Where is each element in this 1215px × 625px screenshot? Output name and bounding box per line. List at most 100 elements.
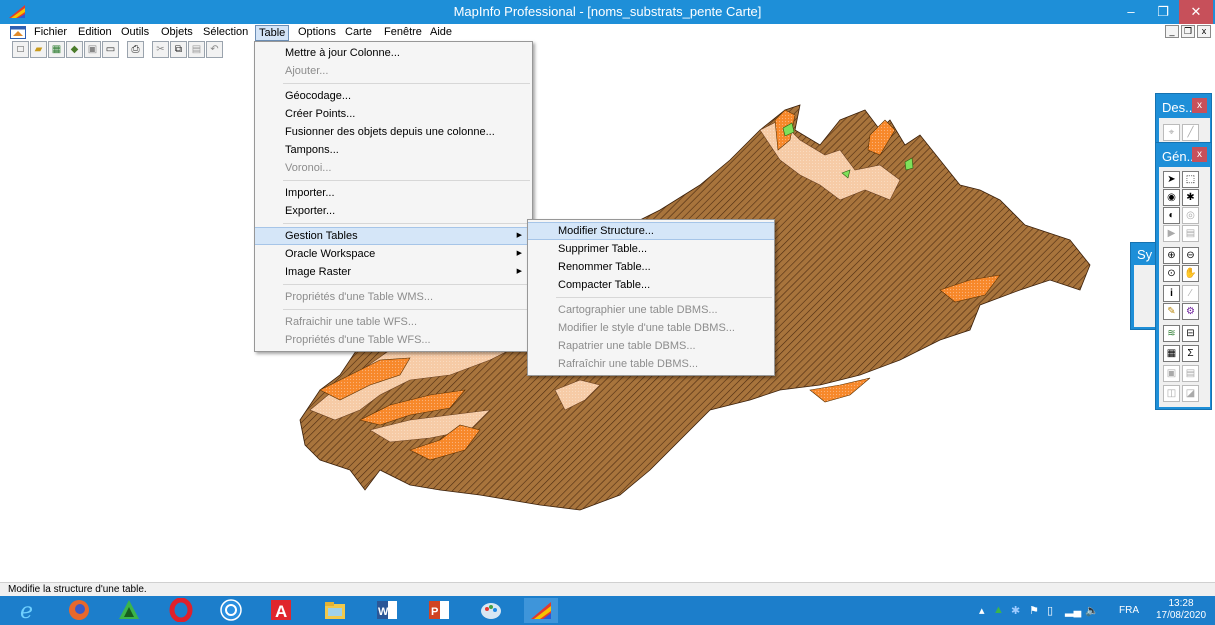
menu-oracle-workspace[interactable]: Oracle Workspace ▶: [255, 245, 532, 263]
line-tool-icon[interactable]: ╱: [1182, 124, 1199, 141]
tray-network-icon[interactable]: ▂▄: [1065, 604, 1081, 617]
menu-options[interactable]: Options: [298, 26, 336, 38]
firefox-icon[interactable]: [62, 598, 96, 623]
unselect-icon[interactable]: ◎: [1182, 207, 1199, 224]
menu-fenetre[interactable]: Fenêtre: [384, 26, 422, 38]
tray-app-icon[interactable]: ▲: [993, 604, 1004, 616]
mdi-restore-button[interactable]: ❐: [1181, 25, 1195, 38]
green-triangle-app-icon[interactable]: [112, 598, 146, 623]
menu-proprietes-wfs[interactable]: Propriétés d'une Table WFS...: [255, 331, 532, 349]
info-tool-icon[interactable]: i: [1163, 285, 1180, 302]
file-explorer-icon[interactable]: [318, 598, 352, 623]
close-button[interactable]: ✕: [1179, 0, 1213, 24]
undo-icon[interactable]: ↶: [206, 41, 223, 58]
legend-icon[interactable]: ▦: [1163, 345, 1180, 362]
menu-fusionner-objets[interactable]: Fusionner des objets depuis une colonne.…: [255, 123, 532, 141]
mapinfo-taskbar-icon[interactable]: [524, 598, 558, 623]
zoom-out-icon[interactable]: ⊖: [1182, 247, 1199, 264]
paint-icon[interactable]: [474, 598, 508, 623]
powerpoint-icon[interactable]: P: [422, 598, 456, 623]
zoom-in-icon[interactable]: ⊕: [1163, 247, 1180, 264]
mdi-minimize-button[interactable]: _: [1165, 25, 1179, 38]
tray-language[interactable]: FRA: [1119, 605, 1139, 616]
menu-exporter[interactable]: Exporter...: [255, 202, 532, 220]
sync-app-icon[interactable]: [214, 598, 248, 623]
graph-select-icon[interactable]: ▶: [1163, 225, 1180, 242]
menu-modifier-structure[interactable]: Modifier Structure...: [528, 222, 774, 240]
paste-icon[interactable]: ▤: [188, 41, 205, 58]
menu-modifier-style-dbms[interactable]: Modifier le style d'une table DBMS...: [528, 319, 774, 337]
menu-proprietes-wms[interactable]: Propriétés d'une Table WMS...: [255, 288, 532, 306]
menu-rafraichir-wfs[interactable]: Rafraichir une table WFS...: [255, 313, 532, 331]
new-table-icon[interactable]: □: [12, 41, 29, 58]
ruler-tool-icon[interactable]: ⊟: [1182, 325, 1199, 342]
label-tool-icon[interactable]: ✎: [1163, 303, 1180, 320]
set-target-icon[interactable]: ▤: [1182, 365, 1199, 382]
opera-icon[interactable]: [164, 597, 198, 623]
menu-importer[interactable]: Importer...: [255, 184, 532, 202]
scale-bar-icon[interactable]: ◪: [1182, 385, 1199, 402]
open-workspace-icon[interactable]: ▦: [48, 41, 65, 58]
menu-voronoi[interactable]: Voronoi...: [255, 159, 532, 177]
menu-geocodage[interactable]: Géocodage...: [255, 87, 532, 105]
menu-tampons[interactable]: Tampons...: [255, 141, 532, 159]
show-hide-icon[interactable]: ◫: [1163, 385, 1180, 402]
maximize-button[interactable]: ❐: [1146, 0, 1180, 24]
polygon-select-icon[interactable]: ✱: [1182, 189, 1199, 206]
window-title: MapInfo Professional - [noms_substrats_p…: [453, 4, 762, 19]
acrobat-icon[interactable]: A: [264, 598, 298, 623]
menu-objets[interactable]: Objets: [161, 26, 193, 38]
menu-cartographier-dbms[interactable]: Cartographier une table DBMS...: [528, 301, 774, 319]
menu-gestion-tables[interactable]: Gestion Tables ▶: [255, 227, 532, 245]
new-window-icon[interactable]: ▭: [102, 41, 119, 58]
menu-aide[interactable]: Aide: [430, 26, 452, 38]
select-arrow-icon[interactable]: ➤: [1163, 171, 1180, 188]
tray-clock[interactable]: 13:28 17/08/2020: [1153, 598, 1209, 622]
drawing-palette-close-button[interactable]: x: [1192, 98, 1207, 113]
menu-rafraichir-dbms[interactable]: Rafraîchir une table DBMS...: [528, 355, 774, 373]
internet-explorer-icon[interactable]: e: [12, 598, 46, 624]
drag-window-icon[interactable]: ⚙: [1182, 303, 1199, 320]
tray-volume-icon[interactable]: 🔈: [1085, 604, 1099, 617]
boundary-select-icon[interactable]: ◐: [1163, 207, 1180, 224]
tray-bluetooth-icon[interactable]: ✱: [1011, 604, 1020, 617]
tray-flag-icon[interactable]: ⚑: [1029, 604, 1039, 617]
clip-region-icon[interactable]: ▣: [1163, 365, 1180, 382]
menu-ajouter[interactable]: Ajouter...: [255, 62, 532, 80]
tray-battery-icon[interactable]: ▯: [1047, 604, 1053, 617]
menu-compacter-table[interactable]: Compacter Table...: [528, 276, 774, 294]
tray-expand-icon[interactable]: ▴: [979, 604, 985, 617]
menu-supprimer-table[interactable]: Supprimer Table...: [528, 240, 774, 258]
grabber-hand-icon[interactable]: ✋: [1182, 265, 1199, 282]
minimize-button[interactable]: –: [1114, 0, 1148, 24]
layer-control-icon[interactable]: ≋: [1163, 325, 1180, 342]
change-view-icon[interactable]: ⊙: [1163, 265, 1180, 282]
menu-rapatrier-dbms[interactable]: Rapatrier une table DBMS...: [528, 337, 774, 355]
word-icon[interactable]: W: [370, 598, 404, 623]
menu-carte[interactable]: Carte: [345, 26, 372, 38]
menu-image-raster[interactable]: Image Raster ▶: [255, 263, 532, 281]
mdi-close-button[interactable]: x: [1197, 25, 1211, 38]
print-icon[interactable]: ⎙: [127, 41, 144, 58]
open-folder-icon[interactable]: ▰: [30, 41, 47, 58]
hotlink-tool-icon[interactable]: ⁄: [1182, 285, 1199, 302]
symbol-tool-icon[interactable]: ⌖: [1163, 124, 1180, 141]
menu-table[interactable]: Table: [255, 25, 290, 41]
save-icon[interactable]: ▣: [84, 41, 101, 58]
menu-outils[interactable]: Outils: [121, 26, 149, 38]
statistics-sum-icon[interactable]: Σ: [1182, 345, 1199, 362]
menu-mettre-a-jour-colonne[interactable]: Mettre à jour Colonne...: [255, 44, 532, 62]
cut-icon[interactable]: ✂: [152, 41, 169, 58]
copy-icon[interactable]: ⧉: [170, 41, 187, 58]
menu-selection[interactable]: Sélection: [203, 26, 248, 38]
menu-fichier[interactable]: Fichier: [34, 26, 67, 38]
layout-select-icon[interactable]: ▤: [1182, 225, 1199, 242]
document-window-icon[interactable]: [10, 26, 26, 39]
general-palette-close-button[interactable]: x: [1192, 147, 1207, 162]
open-dbms-icon[interactable]: ◆: [66, 41, 83, 58]
radius-select-icon[interactable]: ◉: [1163, 189, 1180, 206]
marquee-select-icon[interactable]: ⬚: [1182, 171, 1199, 188]
menu-renommer-table[interactable]: Renommer Table...: [528, 258, 774, 276]
menu-edition[interactable]: Edition: [78, 26, 112, 38]
menu-creer-points[interactable]: Créer Points...: [255, 105, 532, 123]
